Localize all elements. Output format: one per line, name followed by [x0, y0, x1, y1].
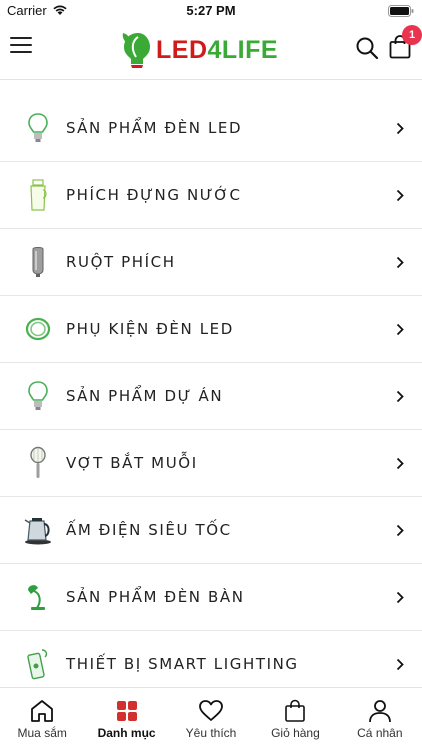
- tab-label: Yêu thích: [185, 726, 237, 740]
- mosquito-racket-icon: [20, 443, 56, 483]
- leaf-bulb-logo-icon: [122, 33, 150, 68]
- search-icon[interactable]: [355, 36, 379, 60]
- category-label: PHỤ KIỆN ĐÈN LED: [66, 320, 234, 338]
- thermos-liner-icon: [20, 242, 56, 282]
- battery-icon: [388, 5, 414, 17]
- chevron-right-icon: [396, 457, 404, 470]
- category-item-thermos[interactable]: PHÍCH ĐỰNG NƯỚC: [0, 162, 422, 229]
- tab-label: Cá nhân: [357, 726, 403, 740]
- category-label: VỢT BẮT MUỖI: [66, 454, 198, 472]
- user-icon: [368, 700, 391, 723]
- tab-label: Mua sắm: [17, 726, 67, 740]
- category-label: SẢN PHẨM DỰ ÁN: [66, 387, 224, 405]
- category-label: SẢN PHẨM ĐÈN LED: [66, 119, 243, 137]
- category-label: PHÍCH ĐỰNG NƯỚC: [66, 186, 242, 204]
- category-item-led-accessories[interactable]: PHỤ KIỆN ĐÈN LED: [0, 296, 422, 363]
- category-item-electric-kettle[interactable]: ẤM ĐIỆN SIÊU TỐC: [0, 497, 422, 564]
- thermos-icon: [20, 175, 56, 215]
- smart-lighting-icon: [20, 644, 56, 684]
- logo-text-4: 4: [207, 35, 222, 64]
- logo-text-life: LIFE: [221, 35, 279, 64]
- menu-line: [10, 37, 32, 39]
- category-item-thermos-liner[interactable]: RUỘT PHÍCH: [0, 229, 422, 296]
- chevron-right-icon: [396, 256, 404, 269]
- tab-cart[interactable]: Giỏ hàng: [253, 688, 337, 750]
- chevron-right-icon: [396, 323, 404, 336]
- category-item-desk-lamp[interactable]: SẢN PHẨM ĐÈN BÀN: [0, 564, 422, 631]
- tab-shopping[interactable]: Mua sắm: [0, 688, 84, 750]
- category-label: RUỘT PHÍCH: [66, 253, 176, 271]
- category-item-project-products[interactable]: SẢN PHẨM DỰ ÁN: [0, 363, 422, 430]
- status-bar: Carrier 5:27 PM: [0, 0, 422, 22]
- chevron-right-icon: [396, 524, 404, 537]
- hamburger-menu-button[interactable]: [10, 37, 32, 57]
- category-label: SẢN PHẨM ĐÈN BÀN: [66, 588, 245, 606]
- home-icon: [31, 700, 54, 722]
- grid-icon: [116, 701, 137, 721]
- cart-count-badge: 1: [402, 25, 422, 45]
- chevron-right-icon: [396, 658, 404, 671]
- category-label: THIẾT BỊ SMART LIGHTING: [66, 655, 299, 673]
- brand-logo-text: LED4LIFE: [156, 36, 278, 65]
- chevron-right-icon: [396, 390, 404, 403]
- category-item-led-lights[interactable]: SẢN PHẨM ĐÈN LED: [0, 95, 422, 162]
- tab-favorites[interactable]: Yêu thích: [169, 688, 253, 750]
- app-header: LED4LIFE 1: [0, 22, 422, 80]
- chevron-right-icon: [396, 122, 404, 135]
- chevron-right-icon: [396, 591, 404, 604]
- tab-categories[interactable]: Danh mục: [84, 688, 168, 750]
- project-bulb-icon: [20, 376, 56, 416]
- tab-profile[interactable]: Cá nhân: [338, 688, 422, 750]
- category-list: SẢN PHẨM ĐÈN LED PHÍCH ĐỰNG NƯỚC RUỘT PH…: [0, 95, 422, 698]
- bag-icon: [285, 699, 306, 722]
- logo-text-led: LED: [156, 35, 208, 64]
- category-item-mosquito-racket[interactable]: VỢT BẮT MUỖI: [0, 430, 422, 497]
- bottom-tab-bar: Mua sắm Danh mục Yêu thích Giỏ hàng Cá n…: [0, 687, 422, 750]
- tab-label: Danh mục: [97, 726, 156, 740]
- tab-label: Giỏ hàng: [271, 726, 320, 740]
- category-label: ẤM ĐIỆN SIÊU TỐC: [66, 521, 232, 539]
- electric-kettle-icon: [20, 510, 56, 550]
- clock: 5:27 PM: [186, 3, 236, 18]
- desk-lamp-icon: [20, 577, 56, 617]
- led-bulb-icon: [20, 108, 56, 148]
- heart-icon: [199, 700, 223, 721]
- chevron-right-icon: [396, 189, 404, 202]
- menu-line: [10, 44, 32, 46]
- brand-logo[interactable]: LED4LIFE: [122, 30, 278, 70]
- led-strip-icon: [20, 309, 56, 349]
- menu-line: [10, 51, 32, 53]
